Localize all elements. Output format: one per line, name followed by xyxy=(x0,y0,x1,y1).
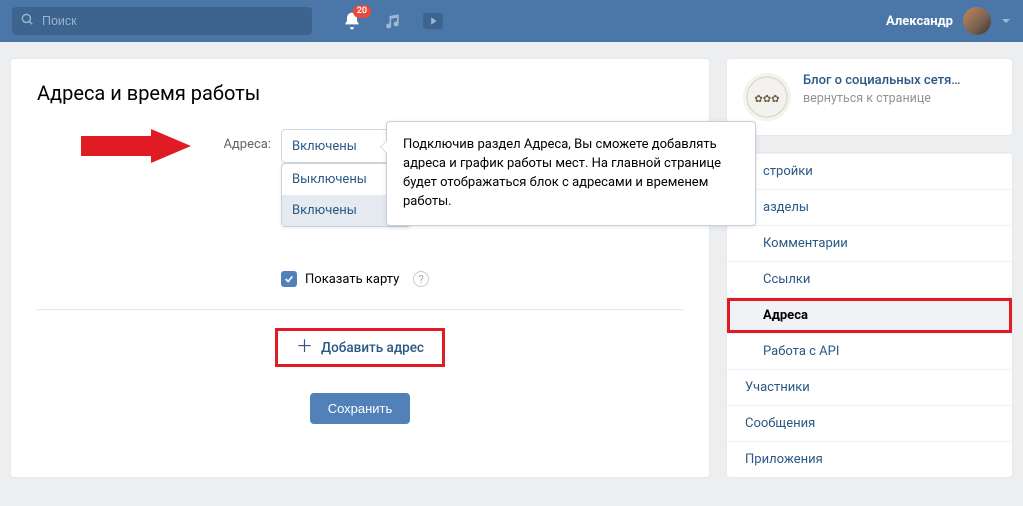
user-menu[interactable]: Александр xyxy=(886,7,1011,35)
username: Александр xyxy=(886,14,953,29)
show-map-checkbox[interactable] xyxy=(281,271,297,287)
add-address-button[interactable]: ＋ Добавить адрес xyxy=(275,328,445,367)
notifications-icon[interactable]: 20 xyxy=(342,11,362,31)
video-icon[interactable] xyxy=(422,12,444,30)
community-card: ✿✿✿ Блог о социальных сетя… вернуться к … xyxy=(726,58,1013,136)
save-button[interactable]: Сохранить xyxy=(310,393,411,424)
addresses-settings-card: Адреса и время работы Адреса: Включены В… xyxy=(10,58,710,478)
tooltip: Подключив раздел Адреса, Вы сможете доба… xyxy=(386,121,756,226)
community-title[interactable]: Блог о социальных сетя… xyxy=(803,73,961,88)
addresses-label: Адреса: xyxy=(207,129,271,152)
svg-text:✿✿✿: ✿✿✿ xyxy=(754,94,779,105)
plus-icon: ＋ xyxy=(296,339,313,356)
help-icon[interactable]: ? xyxy=(413,271,429,287)
show-map-label: Показать карту xyxy=(305,272,399,287)
search-input[interactable] xyxy=(12,7,312,35)
menu-members[interactable]: Участники xyxy=(727,369,1012,405)
menu-comments[interactable]: Комментарии xyxy=(727,225,1012,261)
menu-messages[interactable]: Сообщения xyxy=(727,405,1012,441)
topbar: 20 Александр xyxy=(0,0,1023,42)
community-avatar: ✿✿✿ xyxy=(743,73,791,121)
settings-menu: стройки азделы Комментарии Ссылки Адреса… xyxy=(726,152,1013,478)
chevron-down-icon xyxy=(1001,14,1011,29)
menu-apps[interactable]: Приложения xyxy=(727,441,1012,477)
red-arrow-annotation xyxy=(81,129,191,167)
community-back-link[interactable]: вернуться к странице xyxy=(803,91,961,106)
menu-settings[interactable]: стройки xyxy=(727,153,1012,189)
avatar xyxy=(963,7,991,35)
notification-badge: 20 xyxy=(353,5,371,18)
page-title: Адреса и время работы xyxy=(11,59,709,123)
menu-sections[interactable]: азделы xyxy=(727,189,1012,225)
search-icon xyxy=(20,12,34,30)
music-icon[interactable] xyxy=(382,11,402,31)
menu-addresses[interactable]: Адреса xyxy=(727,297,1012,333)
menu-links[interactable]: Ссылки xyxy=(727,261,1012,297)
menu-api[interactable]: Работа с API xyxy=(727,333,1012,369)
